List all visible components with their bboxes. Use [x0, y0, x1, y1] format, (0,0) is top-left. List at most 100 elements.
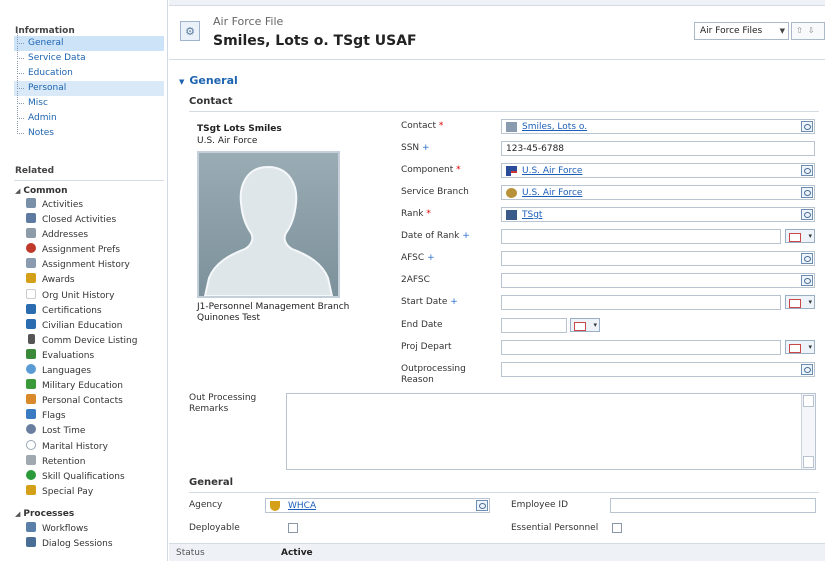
- card-org: U.S. Air Force: [197, 136, 258, 146]
- calendar-dropdown-icon[interactable]: ▾: [785, 340, 815, 354]
- component-link[interactable]: U.S. Air Force: [522, 166, 582, 176]
- related-item-org-unit-history[interactable]: Org Unit History: [26, 288, 137, 304]
- outprocessing-reason-lookup[interactable]: [501, 362, 815, 377]
- related-item-awards[interactable]: Awards: [26, 273, 137, 288]
- evaluations-icon: [26, 348, 36, 359]
- related-item-evaluations[interactable]: Evaluations: [26, 348, 137, 364]
- calendar-dropdown-icon[interactable]: ▾: [785, 229, 815, 243]
- lookup-icon[interactable]: [801, 364, 813, 375]
- lookup-icon[interactable]: [801, 209, 813, 220]
- start-date-label: Start Date +: [401, 297, 458, 307]
- contact-label: Contact *: [401, 121, 444, 131]
- process-item-dialog-sessions[interactable]: Dialog Sessions: [26, 537, 113, 552]
- processes-group[interactable]: ◢ Processes: [15, 509, 74, 519]
- proj-depart-field[interactable]: [501, 340, 781, 355]
- related-item-label: Addresses: [42, 230, 89, 241]
- afsc-lookup[interactable]: [501, 251, 815, 266]
- related-item-label: Retention: [42, 456, 86, 467]
- lookup-icon[interactable]: [801, 121, 813, 132]
- related-item-military-education[interactable]: Military Education: [26, 379, 137, 394]
- up-arrow-icon[interactable]: ⇧: [796, 26, 808, 35]
- related-item-skill-qualifications[interactable]: Skill Qualifications: [26, 469, 137, 485]
- related-heading: Related: [15, 166, 55, 176]
- lookup-icon[interactable]: [801, 275, 813, 286]
- nav-item-misc[interactable]: Misc: [14, 91, 164, 111]
- down-arrow-icon[interactable]: ⇩: [808, 26, 820, 35]
- related-item-personal-contacts[interactable]: Personal Contacts: [26, 394, 137, 409]
- related-item-activities[interactable]: Activities: [26, 198, 137, 213]
- remarks-scrollbar[interactable]: [801, 394, 815, 469]
- nav-item-service-data[interactable]: Service Data: [14, 46, 164, 66]
- related-item-label: Evaluations: [42, 350, 95, 361]
- agency-link[interactable]: WHCA: [288, 501, 316, 511]
- calendar-dropdown-icon[interactable]: ▾: [785, 295, 815, 309]
- related-item-label: Special Pay: [42, 486, 94, 497]
- related-item-flags[interactable]: Flags: [26, 409, 137, 424]
- status-value: Active: [281, 548, 313, 558]
- form-main: ⚙ Air Force File Smiles, Lots o. TSgt US…: [169, 0, 825, 561]
- deployable-checkbox[interactable]: [288, 523, 298, 533]
- agency-label: Agency: [189, 500, 223, 510]
- end-date-field[interactable]: [501, 318, 567, 333]
- lookup-icon[interactable]: [801, 253, 813, 264]
- lookup-icon[interactable]: [801, 165, 813, 176]
- nav-item-notes[interactable]: Notes: [14, 121, 164, 141]
- related-item-label: Certifications: [42, 305, 102, 316]
- process-item-workflows[interactable]: Workflows: [26, 522, 113, 537]
- related-item-label: Lost Time: [42, 426, 86, 437]
- contact-photo: [197, 151, 340, 298]
- scroll-up-button[interactable]: [803, 395, 814, 407]
- service-branch-link[interactable]: U.S. Air Force: [522, 188, 582, 198]
- contact-link[interactable]: Smiles, Lots o.: [522, 122, 587, 132]
- skill-qualifications-icon: [26, 469, 36, 480]
- contact-lookup[interactable]: Smiles, Lots o.: [501, 119, 815, 134]
- assignment-history-icon: [26, 258, 36, 269]
- record-nav-arrows[interactable]: ⇧⇩: [791, 22, 825, 40]
- remarks-textarea[interactable]: [286, 393, 816, 470]
- rank-link[interactable]: TSgt: [522, 210, 542, 220]
- agency-lookup[interactable]: WHCA: [265, 498, 490, 513]
- lookup-icon[interactable]: [801, 187, 813, 198]
- related-item-comm-device-listing[interactable]: Comm Device Listing: [26, 333, 137, 349]
- lookup-icon[interactable]: [476, 500, 488, 511]
- related-item-retention[interactable]: Retention: [26, 454, 137, 470]
- service-branch-lookup[interactable]: U.S. Air Force: [501, 185, 815, 200]
- afsc2-lookup[interactable]: [501, 273, 815, 288]
- nav-item-education[interactable]: Education: [14, 61, 164, 81]
- view-selector-label: Air Force Files: [700, 26, 763, 36]
- flags-icon: [26, 409, 36, 420]
- nav-item-admin[interactable]: Admin: [14, 106, 164, 126]
- scroll-down-button[interactable]: [803, 456, 814, 468]
- related-item-closed-activities[interactable]: Closed Activities: [26, 213, 137, 228]
- related-item-addresses[interactable]: Addresses: [26, 228, 137, 243]
- date-of-rank-label: Date of Rank +: [401, 231, 470, 241]
- view-selector[interactable]: Air Force Files ▼: [694, 22, 789, 40]
- start-date-field[interactable]: [501, 295, 781, 310]
- collapse-triangle-icon: ◢: [15, 187, 21, 195]
- tab-general[interactable]: ▼ General: [179, 74, 238, 87]
- related-item-label: Assignment Prefs: [42, 245, 121, 256]
- languages-icon: [26, 364, 36, 375]
- related-item-certifications[interactable]: Certifications: [26, 303, 137, 319]
- component-lookup[interactable]: U.S. Air Force: [501, 163, 815, 178]
- employee-id-field[interactable]: [610, 498, 816, 513]
- deployable-label: Deployable: [189, 523, 240, 533]
- related-item-lost-time[interactable]: Lost Time: [26, 424, 137, 439]
- rank-lookup[interactable]: TSgt: [501, 207, 815, 222]
- calendar-dropdown-icon[interactable]: ▾: [570, 318, 600, 332]
- nav-item-personal[interactable]: Personal: [14, 76, 164, 96]
- afsc2-label: 2AFSC: [401, 275, 430, 285]
- essential-personnel-checkbox[interactable]: [612, 523, 622, 533]
- ssn-value: 123-45-6788: [506, 144, 565, 154]
- related-item-languages[interactable]: Languages: [26, 364, 137, 379]
- ssn-field[interactable]: 123-45-6788: [501, 141, 815, 156]
- card-test: Quinones Test: [197, 313, 261, 323]
- related-item-civilian-education[interactable]: Civilian Education: [26, 318, 137, 334]
- related-item-special-pay[interactable]: Special Pay: [26, 484, 137, 500]
- related-item-marital-history[interactable]: Marital History: [26, 439, 137, 455]
- common-group[interactable]: ◢ Common: [15, 186, 68, 196]
- date-of-rank-field[interactable]: [501, 229, 781, 244]
- nav-item-general[interactable]: General: [14, 31, 164, 51]
- related-item-assignment-history[interactable]: Assignment History: [26, 258, 137, 273]
- related-item-assignment-prefs[interactable]: Assignment Prefs: [26, 243, 137, 258]
